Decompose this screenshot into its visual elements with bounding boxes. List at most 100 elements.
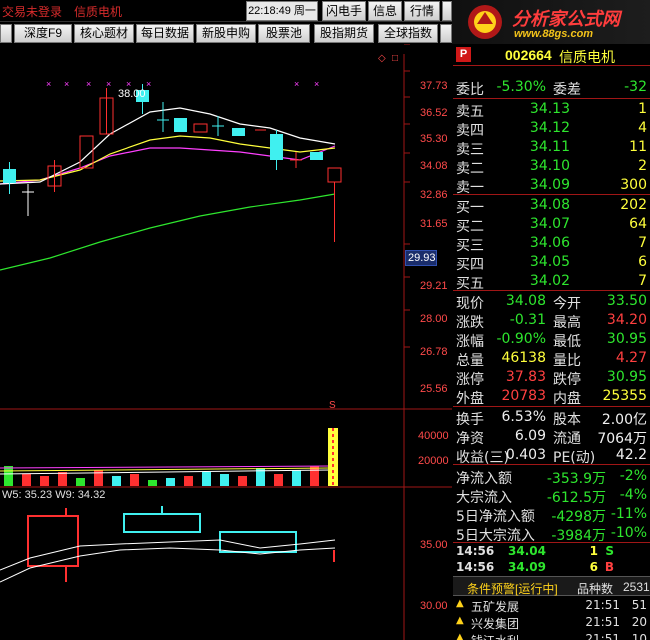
volume-axis-label-1: 40000 [418, 430, 449, 442]
flow-row: 5日净流入额 -4298万 -11% [456, 506, 647, 525]
buys-row[interactable]: 买三 34.06 7 [453, 235, 650, 254]
volume-bar [40, 476, 49, 486]
nav-more-button[interactable] [440, 24, 452, 43]
p-badge[interactable]: P [456, 47, 471, 62]
candle[interactable] [174, 118, 187, 132]
sells-row[interactable]: 卖三 34.11 11 [453, 139, 650, 158]
price-axis-label: 34.08 [420, 160, 448, 172]
indicator-axis-label-2: 30.00 [420, 600, 448, 612]
volume-bar [274, 474, 283, 486]
indicator-axis-label-1: 35.00 [420, 539, 448, 551]
stock-pool-button[interactable]: 股票池 [258, 24, 310, 43]
nav-scroll-button[interactable] [0, 24, 12, 43]
stock-code: 002664 [505, 47, 552, 63]
price-axis-label: 35.30 [420, 133, 448, 145]
diamond-marker: ◇ [378, 53, 386, 64]
price-axis-label: 26.78 [420, 346, 448, 358]
commission-row: 委比 -5.30% 委差 -32 [456, 79, 647, 98]
quote-panel: P 002664 信质电机 委比 -5.30% 委差 -32 卖五 34.13 1 卖… [453, 44, 650, 640]
alert-title: 条件预警[运行中] [467, 582, 558, 596]
signal-markers: × × × × × × × × [46, 79, 319, 89]
price-axis-label: 37.73 [420, 80, 448, 92]
candle[interactable] [232, 128, 245, 136]
volume-bar [130, 474, 139, 486]
ma60-line [0, 193, 336, 271]
candle[interactable] [310, 152, 323, 160]
fundamentals-row: 净资 6.09 流通 7064万 [456, 428, 647, 447]
fundamentals-row: 换手 6.53% 股本 2.00亿 [456, 409, 647, 428]
svg-text:×: × [64, 79, 69, 89]
price-axis-label: 32.86 [420, 189, 448, 201]
volume-bar [202, 472, 211, 486]
ipo-subscription-button[interactable]: 新股申购 [196, 24, 256, 43]
volume-axis-label-2: 20000 [418, 455, 449, 467]
candle[interactable] [193, 123, 208, 133]
sells-row[interactable]: 卖五 34.13 1 [453, 101, 650, 120]
more-button[interactable] [442, 1, 452, 21]
volume-bar [220, 474, 229, 486]
site-logo: 分析家公式网 www.88gs.com [452, 0, 650, 44]
sells-row[interactable]: 卖二 34.10 2 [453, 158, 650, 177]
candle-group[interactable] [3, 84, 342, 242]
svg-text:×: × [46, 79, 51, 89]
flow-row: 大宗流入 -612.5万 -4% [456, 487, 647, 506]
kline-chart-area[interactable]: ◇ □ × × × × × × × × 38.00 S 37.73 36.52 … [0, 44, 452, 640]
max-price-marker: 38.00 [118, 88, 146, 100]
s-signal-marker: S [329, 400, 336, 411]
up-arrow-icon: ▲ [456, 598, 464, 609]
quote-row: 总量 46138 量比 4.27 [456, 350, 647, 369]
alert-item[interactable]: ▲钱江水利21:5110 [453, 632, 650, 640]
volume-bar [238, 476, 247, 486]
logo-url[interactable]: www.88gs.com [514, 28, 593, 40]
stock-header: P 002664 信质电机 [453, 44, 650, 66]
daily-data-button[interactable]: 每日数据 [136, 24, 194, 43]
price-axis-label: 28.00 [420, 313, 448, 325]
volume-bar [166, 478, 175, 486]
buys-row[interactable]: 买二 34.07 64 [453, 216, 650, 235]
candle[interactable] [327, 167, 342, 183]
login-status[interactable]: 交易未登录 [2, 3, 62, 20]
buys-row[interactable]: 买四 34.05 6 [453, 254, 650, 273]
volume-bar [4, 466, 13, 486]
volume-bar [22, 474, 31, 486]
price-axis-label: 25.56 [420, 383, 448, 395]
index-futures-button[interactable]: 股指期货 [314, 24, 374, 43]
up-arrow-icon: ▲ [456, 615, 464, 626]
clock-display: 22:18:49 周一 [246, 1, 318, 21]
quote-row: 涨幅 -0.90% 最低 30.95 [456, 331, 647, 350]
volume-bar [58, 472, 67, 486]
stock-name: 信质电机 [559, 50, 615, 66]
price-axis-label: 29.21 [420, 280, 448, 292]
volume-bar [310, 466, 319, 486]
buys-row[interactable]: 买一 34.08 202 [453, 197, 650, 216]
logo-emblem-icon [468, 5, 502, 39]
volume-bar [76, 478, 85, 486]
quote-row: 现价 34.08 今开 33.50 [456, 293, 647, 312]
ma20-line [0, 145, 336, 185]
volume-bar [148, 480, 157, 486]
flow-row: 净流入额 -353.9万 -2% [456, 468, 647, 487]
svg-text:×: × [146, 79, 151, 89]
svg-text:×: × [106, 79, 111, 89]
alert-header[interactable]: 条件预警[运行中] 品种数 2531 [453, 576, 650, 596]
flash-trade-button[interactable]: 闪电手 [322, 1, 366, 21]
depth-f9-button[interactable]: 深度F9 [14, 24, 72, 43]
square-marker: □ [392, 53, 398, 64]
volume-bar [184, 476, 193, 486]
info-button[interactable]: 信息 [368, 1, 402, 21]
sells-row[interactable]: 卖四 34.12 4 [453, 120, 650, 139]
alert-count-label: 品种数 [577, 582, 614, 596]
global-index-button[interactable]: 全球指数 [378, 24, 438, 43]
kline-chart[interactable]: ◇ □ × × × × × × × × 38.00 S [0, 44, 452, 640]
price-grid [404, 44, 410, 348]
stock-title: 信质电机 [74, 5, 123, 19]
quote-row: 外盘 20783 内盘 25355 [456, 388, 647, 407]
svg-text:×: × [86, 79, 91, 89]
price-axis-label: 36.52 [420, 107, 448, 119]
quote-button[interactable]: 行情 [404, 1, 440, 21]
indicator-box-cyan [123, 513, 201, 533]
core-topics-button[interactable]: 核心题材 [74, 24, 134, 43]
up-arrow-icon: ▲ [456, 632, 464, 640]
ma5-line [0, 107, 336, 185]
alert-count: 2531 [623, 580, 650, 594]
